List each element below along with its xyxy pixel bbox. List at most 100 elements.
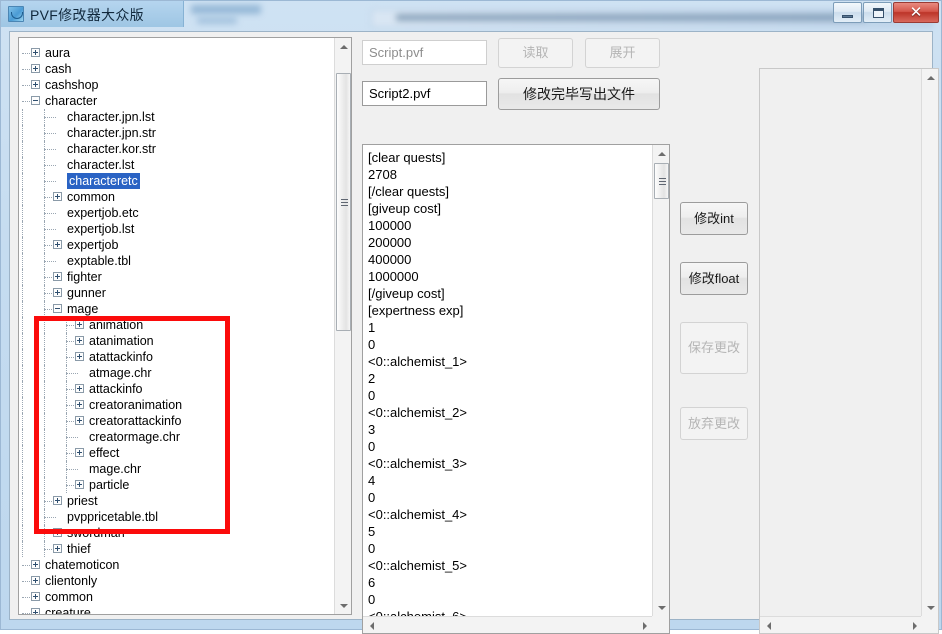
tree-expand-icon[interactable] bbox=[75, 400, 84, 409]
result-list-panel[interactable] bbox=[759, 68, 939, 634]
result-scroll-left-button[interactable] bbox=[760, 617, 777, 633]
tree-expand-icon[interactable] bbox=[75, 320, 84, 329]
write-file-button[interactable]: 修改完毕写出文件 bbox=[498, 78, 660, 110]
tree-expand-icon[interactable] bbox=[31, 592, 40, 601]
tree-expand-icon[interactable] bbox=[53, 272, 62, 281]
read-button[interactable]: 读取 bbox=[498, 38, 573, 68]
result-vertical-scrollbar[interactable] bbox=[921, 69, 938, 633]
tree-item[interactable]: expertjob bbox=[22, 237, 335, 253]
result-scroll-up-button[interactable] bbox=[922, 69, 938, 86]
modify-int-button[interactable]: 修改int bbox=[680, 202, 748, 235]
tree-item[interactable]: character.jpn.lst bbox=[22, 109, 335, 125]
result-scroll-down-button[interactable] bbox=[922, 599, 938, 616]
tree-item[interactable]: creatoranimation bbox=[22, 397, 335, 413]
tree-expand-icon[interactable] bbox=[53, 192, 62, 201]
tree-item[interactable]: character.lst bbox=[22, 157, 335, 173]
tree-expand-icon[interactable] bbox=[31, 64, 40, 73]
tree-expand-icon[interactable] bbox=[31, 560, 40, 569]
text-scroll-left-button[interactable] bbox=[363, 617, 380, 633]
tree-expand-icon[interactable] bbox=[75, 416, 84, 425]
close-button[interactable]: ✕ bbox=[893, 2, 939, 23]
script-text-content[interactable]: [clear quests] 2708 [/clear quests] [giveup… bbox=[363, 145, 653, 633]
tree-expand-icon[interactable] bbox=[53, 528, 62, 537]
modify-float-button[interactable]: 修改float bbox=[680, 262, 748, 295]
tree-item[interactable]: expertjob.lst bbox=[22, 221, 335, 237]
script-line: 4 bbox=[368, 473, 376, 488]
tree-expand-icon[interactable] bbox=[75, 448, 84, 457]
tree-item[interactable]: aura bbox=[22, 45, 335, 61]
tree-expand-icon[interactable] bbox=[53, 240, 62, 249]
tree-item[interactable]: mage.chr bbox=[22, 461, 335, 477]
tree-expand-icon[interactable] bbox=[75, 352, 84, 361]
tree-expand-icon[interactable] bbox=[53, 496, 62, 505]
tree-item[interactable]: creature bbox=[22, 605, 335, 614]
tree-item[interactable]: particle bbox=[22, 477, 335, 493]
tree-item[interactable]: effect bbox=[22, 445, 335, 461]
tree-item-label: chatemoticon bbox=[45, 558, 120, 572]
tree-expand-icon[interactable] bbox=[31, 576, 40, 585]
tree-scroll-down-button[interactable] bbox=[335, 597, 351, 614]
text-vertical-scrollbar[interactable] bbox=[652, 145, 669, 633]
tree-item[interactable]: common bbox=[22, 189, 335, 205]
source-file-input[interactable] bbox=[362, 40, 487, 65]
window-title-tab[interactable]: PVF修改器大众版 bbox=[1, 1, 184, 27]
tree-item[interactable]: creatorattackinfo bbox=[22, 413, 335, 429]
tree-item[interactable]: swordman bbox=[22, 525, 335, 541]
tree-item[interactable]: clientonly bbox=[22, 573, 335, 589]
tree-item[interactable]: mage bbox=[22, 301, 335, 317]
tree-item[interactable]: character bbox=[22, 93, 335, 109]
minimize-button[interactable] bbox=[833, 2, 862, 23]
tree-scroll-up-button[interactable] bbox=[335, 38, 351, 55]
tree-item[interactable]: atmage.chr bbox=[22, 365, 335, 381]
tree-item[interactable]: fighter bbox=[22, 269, 335, 285]
tree-collapse-icon[interactable] bbox=[53, 304, 62, 313]
tree-item[interactable]: atanimation bbox=[22, 333, 335, 349]
tree-item[interactable]: creatormage.chr bbox=[22, 429, 335, 445]
text-scroll-down-button[interactable] bbox=[653, 599, 669, 616]
tree-item[interactable]: expertjob.etc bbox=[22, 205, 335, 221]
tree-item[interactable]: cash bbox=[22, 61, 335, 77]
tree-expand-icon[interactable] bbox=[53, 288, 62, 297]
tree-expand-icon[interactable] bbox=[31, 48, 40, 57]
tree-expand-icon[interactable] bbox=[75, 384, 84, 393]
maximize-button[interactable] bbox=[863, 2, 892, 23]
text-scroll-up-button[interactable] bbox=[653, 145, 669, 162]
tree-expand-icon[interactable] bbox=[53, 544, 62, 553]
tree-item[interactable]: characteretc bbox=[22, 173, 335, 189]
script-line: <0::alchemist_1> bbox=[368, 354, 468, 369]
result-horizontal-scrollbar[interactable] bbox=[760, 616, 923, 633]
tree-expand-icon[interactable] bbox=[75, 480, 84, 489]
tree-collapse-icon[interactable] bbox=[31, 96, 40, 105]
expand-button[interactable]: 展开 bbox=[585, 38, 660, 68]
tree-item[interactable]: thief bbox=[22, 541, 335, 557]
tree-item[interactable]: attackinfo bbox=[22, 381, 335, 397]
text-scroll-thumb[interactable] bbox=[654, 163, 669, 199]
tree-item[interactable]: priest bbox=[22, 493, 335, 509]
tree-expand-icon[interactable] bbox=[75, 336, 84, 345]
tree-item[interactable]: atattackinfo bbox=[22, 349, 335, 365]
tree-expand-icon[interactable] bbox=[31, 80, 40, 89]
tree-item[interactable]: gunner bbox=[22, 285, 335, 301]
tree-item[interactable]: character.kor.str bbox=[22, 141, 335, 157]
tree-item[interactable]: character.jpn.str bbox=[22, 125, 335, 141]
tree-scroll-thumb[interactable] bbox=[336, 73, 351, 331]
tree-item[interactable]: animation bbox=[22, 317, 335, 333]
text-horizontal-scrollbar[interactable] bbox=[363, 616, 653, 633]
arrow-right-icon bbox=[642, 621, 647, 630]
tree-item[interactable]: exptable.tbl bbox=[22, 253, 335, 269]
file-tree[interactable]: aura cash cashshop character character.jpn.l… bbox=[19, 38, 335, 614]
tree-item[interactable]: cashshop bbox=[22, 77, 335, 93]
file-tree-panel[interactable]: aura cash cashshop character character.jpn.l… bbox=[18, 37, 352, 615]
tree-item[interactable]: pvppricetable.tbl bbox=[22, 509, 335, 525]
output-file-input[interactable] bbox=[362, 81, 487, 106]
result-list-content[interactable] bbox=[760, 69, 921, 616]
discard-changes-button[interactable]: 放弃更改 bbox=[680, 407, 748, 440]
tree-expand-icon[interactable] bbox=[31, 608, 40, 614]
tree-item[interactable]: common bbox=[22, 589, 335, 605]
tree-item[interactable]: chatemoticon bbox=[22, 557, 335, 573]
tree-vertical-scrollbar[interactable] bbox=[334, 38, 351, 614]
text-scroll-right-button[interactable] bbox=[636, 617, 653, 633]
script-text-panel[interactable]: [clear quests] 2708 [/clear quests] [giveup… bbox=[362, 144, 670, 634]
save-changes-button[interactable]: 保存更改 bbox=[680, 322, 748, 374]
script-line: [expertness exp] bbox=[368, 303, 464, 318]
